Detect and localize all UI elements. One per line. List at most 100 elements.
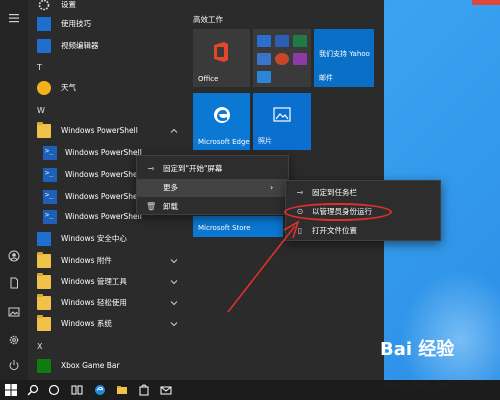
chevron-right-icon: › <box>270 183 274 192</box>
tiles-section-title: 高效工作 <box>193 15 223 24</box>
folder-windows-admin-tools[interactable]: Windows 管理工具 <box>28 271 186 293</box>
folder-label: Windows 管理工具 <box>61 277 127 286</box>
tips-icon <box>37 17 51 31</box>
tile-microsoft-edge[interactable]: Microsoft Edge <box>193 93 250 150</box>
powershell-icon <box>43 210 57 224</box>
tile-yahoo-mail[interactable]: 我们支持 Yahoo 邮件 <box>314 29 374 87</box>
pin-icon: ⊸ <box>147 164 155 173</box>
menu-item-label: 固定到任务栏 <box>312 188 357 197</box>
folder-windows-powershell[interactable]: Windows PowerShell <box>28 120 186 142</box>
task-view-windows-icon[interactable] <box>70 383 84 397</box>
pictures-icon[interactable] <box>7 305 21 319</box>
app-windows-security[interactable]: Windows 安全中心 <box>28 228 186 250</box>
powershell-icon <box>43 168 57 182</box>
pin-icon: ⊸ <box>296 188 304 197</box>
menu-item-label: 打开文件位置 <box>312 226 357 235</box>
app-weather[interactable]: 天气 <box>28 77 186 99</box>
folder-label: Windows 系统 <box>61 319 112 328</box>
store-icon[interactable] <box>137 383 151 397</box>
onenote-icon <box>293 53 307 65</box>
menu-item-pin-to-taskbar[interactable]: ⊸ 固定到任务栏 <box>286 184 440 202</box>
start-rail <box>0 0 28 380</box>
chevron-down-icon <box>170 299 178 307</box>
office-icon <box>214 42 228 62</box>
menu-item-label: 固定到"开始"屏幕 <box>163 164 223 173</box>
app-label: 视频编辑器 <box>61 41 99 50</box>
word-icon <box>275 35 289 47</box>
user-account-icon[interactable] <box>7 249 21 263</box>
app-label: Windows PowerShell <box>65 192 142 201</box>
xbox-icon <box>37 359 51 373</box>
video-editor-icon <box>37 39 51 53</box>
context-menu: ⊸ 固定到"开始"屏幕 更多 › 🗑 卸载 <box>136 155 289 215</box>
folder-windows-system[interactable]: Windows 系统 <box>28 313 186 335</box>
baidu-watermark: Bai 经验 jingyan.baidu.com <box>380 335 498 397</box>
chevron-down-icon <box>170 257 178 265</box>
app-label: Windows PowerShell <box>65 212 142 221</box>
window-edge-strip <box>472 0 500 5</box>
folder-icon <box>37 122 51 138</box>
mail-icon[interactable] <box>159 383 173 397</box>
shield-icon <box>37 232 51 246</box>
menu-item-pin-to-start[interactable]: ⊸ 固定到"开始"屏幕 <box>137 160 288 178</box>
excel-icon <box>293 35 307 47</box>
letter-header-t[interactable]: T <box>37 62 42 74</box>
chevron-down-icon <box>170 320 178 328</box>
search-icon[interactable] <box>26 383 40 397</box>
onedrive-icon <box>257 53 271 65</box>
file-explorer-icon[interactable] <box>115 383 129 397</box>
outlook-icon <box>257 35 271 47</box>
tile-office-apps-group[interactable] <box>253 29 311 87</box>
menu-item-label: 卸载 <box>163 202 178 211</box>
tile-label: 邮件 <box>319 74 333 82</box>
folder-windows-accessories[interactable]: Windows 附件 <box>28 250 186 272</box>
watermark-logo: Bai 经验 <box>380 339 455 360</box>
menu-item-more[interactable]: 更多 › <box>137 179 288 197</box>
documents-icon[interactable] <box>7 276 21 290</box>
watermark-url: jingyan.baidu.com <box>384 381 449 389</box>
gear-icon <box>37 0 51 12</box>
folder-icon <box>37 294 51 310</box>
annotation-arrow <box>227 220 300 313</box>
trash-icon: 🗑 <box>146 202 157 211</box>
power-icon[interactable] <box>7 358 21 372</box>
folder-icon <box>37 273 51 289</box>
photos-icon <box>273 107 291 122</box>
app-tips[interactable]: 使用技巧 <box>28 13 186 35</box>
app-label: Windows PowerShell <box>65 148 142 157</box>
menu-item-label: 更多 <box>163 183 178 192</box>
tile-label: 照片 <box>258 137 272 145</box>
powershell-icon <box>43 190 57 204</box>
folder-icon <box>37 315 51 331</box>
folder-label: Windows PowerShell <box>61 126 138 135</box>
weather-icon <box>37 81 51 95</box>
letter-header-x[interactable]: X <box>37 341 42 353</box>
folder-icon <box>37 252 51 268</box>
chevron-up-icon <box>170 127 178 135</box>
app-label: Windows PowerShell <box>65 170 142 179</box>
letter-header-w[interactable]: W <box>37 105 45 117</box>
chevron-down-icon <box>170 278 178 286</box>
tile-text: 我们支持 Yahoo <box>319 50 370 58</box>
task-view-icon[interactable] <box>47 383 61 397</box>
app-label: Xbox Game Bar <box>61 361 120 370</box>
tile-office[interactable]: Office <box>193 29 250 87</box>
app-label: 天气 <box>61 83 76 92</box>
settings-gear-icon[interactable] <box>7 333 21 347</box>
folder-label: Windows 轻松使用 <box>61 298 127 307</box>
folder-windows-ease-of-access[interactable]: Windows 轻松使用 <box>28 292 186 314</box>
windows-start-icon[interactable] <box>4 383 18 397</box>
hamburger-menu-icon[interactable] <box>7 11 21 25</box>
powershell-icon <box>43 146 57 160</box>
app-label: 使用技巧 <box>61 19 91 28</box>
tile-label: Microsoft Edge <box>198 138 250 146</box>
app-label: Windows 安全中心 <box>61 234 127 243</box>
edge-taskbar-icon[interactable] <box>93 383 107 397</box>
edge-icon <box>214 107 230 123</box>
app-video-editor[interactable]: 视频编辑器 <box>28 35 186 57</box>
tile-photos[interactable]: 照片 <box>253 93 311 150</box>
app-xbox-game-bar[interactable]: Xbox Game Bar <box>28 355 186 377</box>
skype-icon <box>257 71 271 83</box>
powerpoint-icon <box>275 53 289 65</box>
folder-label: Windows 附件 <box>61 256 112 265</box>
